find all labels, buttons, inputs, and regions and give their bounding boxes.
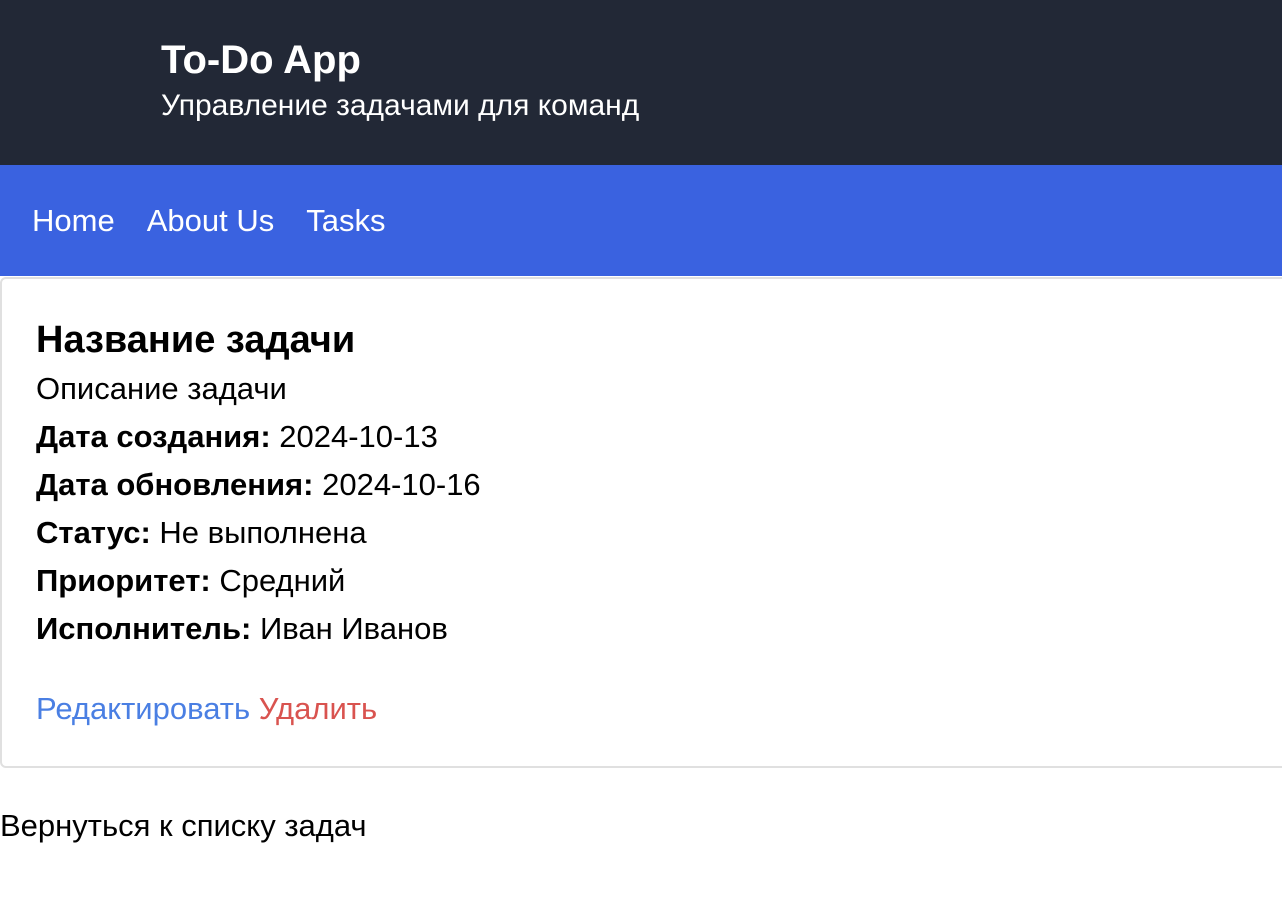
field-value: 2024-10-13: [270, 419, 438, 454]
field-label: Дата создания:: [36, 419, 271, 454]
nav-link-tasks[interactable]: Tasks: [306, 203, 385, 239]
nav-link-about-us[interactable]: About Us: [147, 203, 275, 239]
task-title: Название задачи: [36, 319, 356, 361]
nav-link-home[interactable]: Home: [32, 203, 115, 239]
task-description: Описание задачи: [36, 371, 287, 406]
task-actions: Редактировать Удалить: [36, 689, 1282, 729]
field-value: Средний: [210, 563, 346, 598]
task-card: Название задачи Описание задачи Дата соз…: [0, 277, 1282, 768]
back-to-task-list-link[interactable]: Вернуться к списку задач: [0, 806, 367, 846]
field-label: Исполнитель:: [36, 611, 252, 646]
edit-task-link[interactable]: Редактировать: [36, 691, 250, 726]
task-field-assignee: Исполнитель: Иван Иванов: [36, 607, 1282, 651]
field-value: Иван Иванов: [251, 611, 448, 646]
field-label: Приоритет:: [36, 563, 211, 598]
main-nav: Home About Us Tasks: [0, 165, 1282, 276]
task-field-status: Статус: Не выполнена: [36, 511, 1282, 555]
app-subtitle: Управление задачами для команд: [161, 89, 640, 122]
task-field-priority: Приоритет: Средний: [36, 559, 1282, 603]
field-label: Дата обновления:: [36, 467, 314, 502]
site-header: To-Do App Управление задачами для команд: [0, 0, 1282, 165]
field-label: Статус:: [36, 515, 151, 550]
field-value: Не выполнена: [150, 515, 367, 550]
task-field-created: Дата создания: 2024-10-13: [36, 415, 1282, 459]
field-value: 2024-10-16: [313, 467, 481, 502]
delete-task-link[interactable]: Удалить: [259, 691, 377, 726]
task-field-updated: Дата обновления: 2024-10-16: [36, 463, 1282, 507]
app-title: To-Do App: [161, 38, 361, 82]
